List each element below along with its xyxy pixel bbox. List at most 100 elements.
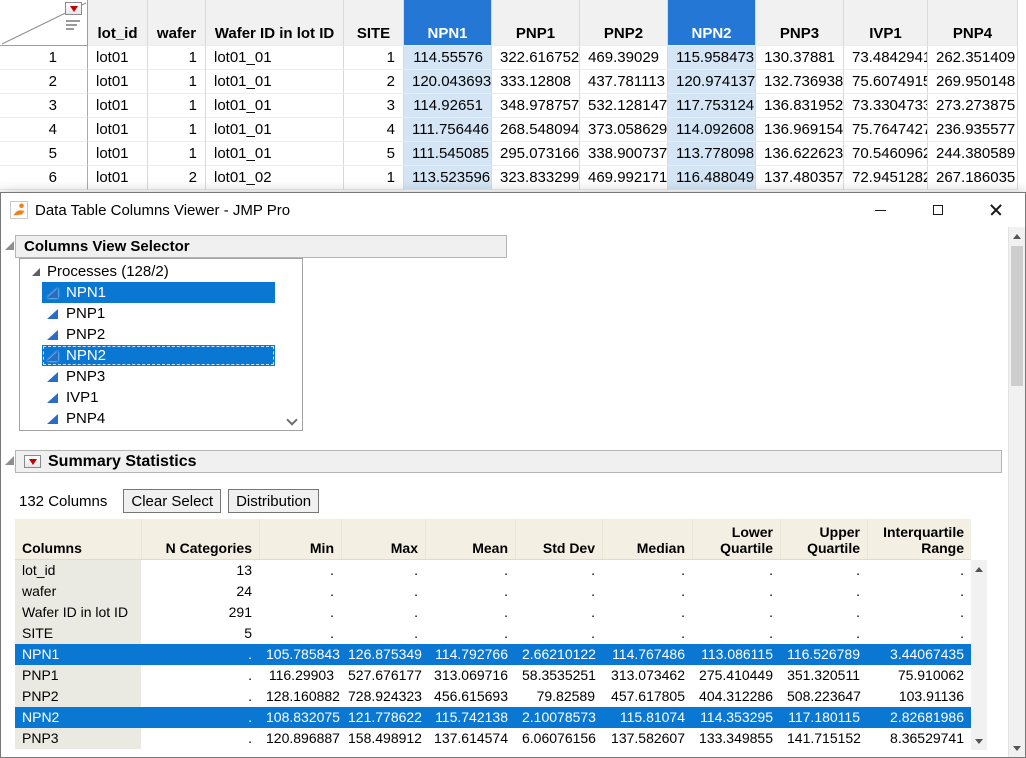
cell[interactable]: 268.548094 xyxy=(492,118,580,142)
cell[interactable]: 2 xyxy=(148,166,206,190)
cell[interactable]: 1 xyxy=(344,46,404,70)
selector-disclosure-icon[interactable] xyxy=(5,241,14,250)
cell[interactable]: 5 xyxy=(344,142,404,166)
cell[interactable]: 323.833299 xyxy=(492,166,580,190)
summary-statistics-header[interactable]: Summary Statistics xyxy=(15,450,1002,473)
stats-row-npn2[interactable]: NPN2.108.832075121.778622115.7421382.100… xyxy=(15,707,971,728)
stats-header-mean[interactable]: Mean xyxy=(425,519,515,559)
stats-row-lot-id[interactable]: lot_id13........ xyxy=(15,560,971,581)
cell[interactable]: 532.128147 xyxy=(580,94,668,118)
cell[interactable]: 114.92651 xyxy=(404,94,492,118)
cell[interactable]: 136.969154 xyxy=(756,118,844,142)
cell[interactable]: lot01_01 xyxy=(206,118,344,142)
close-button[interactable] xyxy=(967,193,1025,227)
cell[interactable]: lot01 xyxy=(88,142,148,166)
cell[interactable]: lot01_01 xyxy=(206,94,344,118)
stats-header-columns[interactable]: Columns xyxy=(15,519,141,559)
row-number[interactable]: 3 xyxy=(0,94,88,118)
stats-scrollbar[interactable] xyxy=(971,560,987,750)
cell[interactable]: 236.935577 xyxy=(928,118,1018,142)
tree-group-processes[interactable]: Processes (128/2) xyxy=(20,261,302,282)
cell[interactable]: 1 xyxy=(148,70,206,94)
tree-item-pnp4[interactable]: PNP4 xyxy=(42,408,275,429)
cell[interactable]: lot01 xyxy=(88,118,148,142)
cell[interactable]: 136.622623 xyxy=(756,142,844,166)
column-header-site[interactable]: SITE xyxy=(344,0,404,46)
cell[interactable]: 75.6074915 xyxy=(844,70,928,94)
stats-row-npn1[interactable]: NPN1.105.785843126.875349114.7927662.662… xyxy=(15,644,971,665)
cell[interactable]: 111.756446 xyxy=(404,118,492,142)
maximize-button[interactable] xyxy=(909,193,967,227)
cell[interactable]: 1 xyxy=(148,118,206,142)
row-number[interactable]: 1 xyxy=(0,46,88,70)
row-number[interactable]: 2 xyxy=(0,70,88,94)
cell[interactable]: 75.7647427 xyxy=(844,118,928,142)
cell[interactable]: 120.974137 xyxy=(668,70,756,94)
column-header-npn2[interactable]: NPN2 xyxy=(668,0,756,46)
cell[interactable]: 3 xyxy=(344,94,404,118)
cell[interactable]: 130.37881 xyxy=(756,46,844,70)
cell[interactable]: lot01_01 xyxy=(206,46,344,70)
row-number[interactable]: 6 xyxy=(0,166,88,190)
cell[interactable]: 262.351409 xyxy=(928,46,1018,70)
stats-row-wafer[interactable]: wafer24........ xyxy=(15,581,971,602)
summary-disclosure-icon[interactable] xyxy=(5,456,14,465)
cell[interactable]: 322.616752 xyxy=(492,46,580,70)
tree-item-npn1[interactable]: NPN1 xyxy=(42,282,275,303)
cell[interactable]: 348.978757 xyxy=(492,94,580,118)
cell[interactable]: 273.273875 xyxy=(928,94,1018,118)
cell[interactable]: 111.545085 xyxy=(404,142,492,166)
stats-header-min[interactable]: Min xyxy=(259,519,341,559)
column-header-lot-id[interactable]: lot_id xyxy=(88,0,148,46)
cell[interactable]: 1 xyxy=(344,166,404,190)
cell[interactable]: 115.958473 xyxy=(668,46,756,70)
cell[interactable]: 244.380589 xyxy=(928,142,1018,166)
tree-item-npn2[interactable]: NPN2 xyxy=(42,345,275,366)
cell[interactable]: 1 xyxy=(148,142,206,166)
cell[interactable]: 137.480357 xyxy=(756,166,844,190)
column-header-pnp3[interactable]: PNP3 xyxy=(756,0,844,46)
cell[interactable]: 295.073166 xyxy=(492,142,580,166)
cell[interactable]: 269.950148 xyxy=(928,70,1018,94)
minimize-button[interactable] xyxy=(851,193,909,227)
window-scroll-up-icon[interactable] xyxy=(1009,228,1025,244)
stats-scroll-down-icon[interactable] xyxy=(971,733,987,749)
window-titlebar[interactable]: Data Table Columns Viewer - JMP Pro xyxy=(1,193,1025,227)
stats-row-pnp2[interactable]: PNP2.128.160882728.924323456.61569379.82… xyxy=(15,686,971,707)
cell[interactable]: 437.781113 xyxy=(580,70,668,94)
row-number[interactable]: 4 xyxy=(0,118,88,142)
row-number[interactable]: 5 xyxy=(0,142,88,166)
cell[interactable]: lot01 xyxy=(88,166,148,190)
column-header-wafer[interactable]: wafer xyxy=(148,0,206,46)
cell[interactable]: 333.12808 xyxy=(492,70,580,94)
column-header-wafer-id-in-lot-id[interactable]: Wafer ID in lot ID xyxy=(206,0,344,46)
stats-header-interquartile-range[interactable]: Interquartile Range xyxy=(867,519,971,559)
table-corner-cell[interactable] xyxy=(0,0,88,46)
column-header-pnp4[interactable]: PNP4 xyxy=(928,0,1018,46)
cell[interactable]: 132.736938 xyxy=(756,70,844,94)
tree-item-pnp2[interactable]: PNP2 xyxy=(42,324,275,345)
cell[interactable]: lot01_01 xyxy=(206,142,344,166)
cell[interactable]: 373.058629 xyxy=(580,118,668,142)
cell[interactable]: 73.3304733 xyxy=(844,94,928,118)
stats-row-pnp3[interactable]: PNP3.120.896887158.498912137.6145746.060… xyxy=(15,728,971,749)
distribution-button[interactable]: Distribution xyxy=(228,489,319,513)
column-header-pnp2[interactable]: PNP2 xyxy=(580,0,668,46)
cell[interactable]: lot01 xyxy=(88,46,148,70)
cell[interactable]: 469.39029 xyxy=(580,46,668,70)
columns-panel-icon[interactable] xyxy=(66,20,80,30)
summary-red-triangle-icon[interactable] xyxy=(24,455,41,468)
column-header-ivp1[interactable]: IVP1 xyxy=(844,0,928,46)
cell[interactable]: 72.9451282 xyxy=(844,166,928,190)
stats-scroll-up-icon[interactable] xyxy=(971,561,987,577)
column-header-npn1[interactable]: NPN1 xyxy=(404,0,492,46)
cell[interactable]: 136.831952 xyxy=(756,94,844,118)
cell[interactable]: 267.186035 xyxy=(928,166,1018,190)
tree-item-pnp1[interactable]: PNP1 xyxy=(42,303,275,324)
columns-view-selector-header[interactable]: Columns View Selector xyxy=(15,235,507,258)
cell[interactable]: 338.900737 xyxy=(580,142,668,166)
cell[interactable]: 120.043693 xyxy=(404,70,492,94)
tree-item-pnp3[interactable]: PNP3 xyxy=(42,366,275,387)
stats-header-median[interactable]: Median xyxy=(602,519,692,559)
cell[interactable]: 114.55576 xyxy=(404,46,492,70)
